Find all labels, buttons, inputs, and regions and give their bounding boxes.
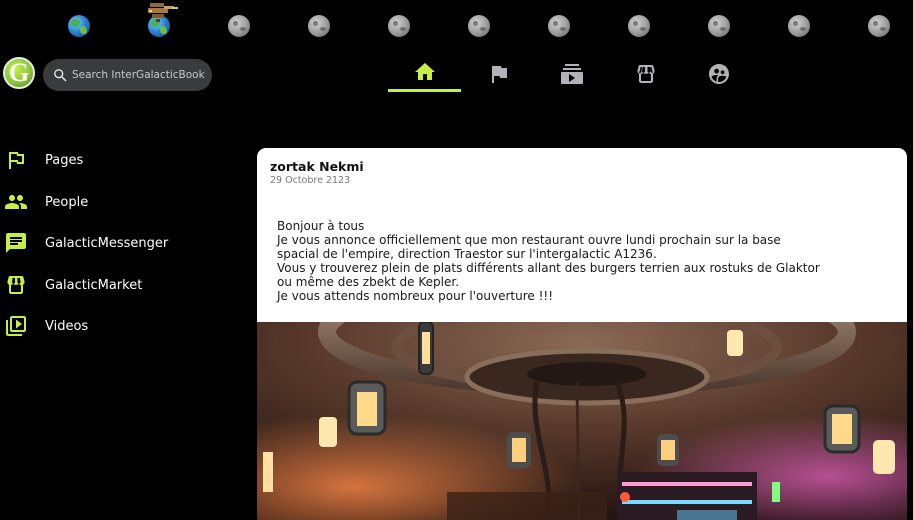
moon-planet-icon[interactable] <box>388 15 410 37</box>
post-photo[interactable] <box>257 322 907 520</box>
tab-pages[interactable] <box>462 55 535 92</box>
tab-videos[interactable] <box>535 55 608 92</box>
sidebar-item-messenger[interactable]: GalacticMessenger <box>0 223 240 263</box>
sidebar-item-videos[interactable]: Videos <box>0 306 240 346</box>
post-line: Bonjour à tous <box>277 219 365 233</box>
chat-icon <box>6 233 26 253</box>
sidebar-item-label: People <box>45 194 89 210</box>
restaurant-interior-image <box>257 322 907 520</box>
post-line: Je vous annonce officiellement que mon r… <box>277 233 781 247</box>
logo-letter: G <box>8 58 30 87</box>
post-text: Bonjour à tous Je vous annonce officiell… <box>277 219 887 303</box>
search-icon <box>54 68 67 82</box>
search-bar[interactable] <box>43 59 212 91</box>
video-library-icon <box>6 316 26 336</box>
tab-groups[interactable] <box>682 55 755 92</box>
post-line: ou même des zbekt de Kepler. <box>277 275 460 289</box>
moon-planet-icon[interactable] <box>468 15 490 37</box>
sidebar-item-label: Videos <box>45 318 89 334</box>
flag-icon <box>9 152 24 169</box>
moon-planet-icon[interactable] <box>308 15 330 37</box>
sidebar-item-pages[interactable]: Pages <box>0 140 240 180</box>
people-icon <box>5 195 27 209</box>
post-line: Je vous attends nombreux pour l'ouvertur… <box>277 289 554 303</box>
moon-planet-icon[interactable] <box>628 15 650 37</box>
groups-icon <box>708 63 729 84</box>
planet-strip <box>0 0 913 42</box>
tab-market[interactable] <box>609 55 682 92</box>
sidebar-item-label: Pages <box>45 152 84 168</box>
post-date: 29 Octobre 2123 <box>270 175 351 186</box>
video-library-icon <box>560 63 583 84</box>
home-icon <box>414 63 435 80</box>
sidebar-item-people[interactable]: People <box>0 182 240 222</box>
post-author[interactable]: zortak Nekmi <box>270 159 364 174</box>
sidebar-item-market[interactable]: GalacticMarket <box>0 265 240 305</box>
sidebar-item-label: GalacticMarket <box>45 277 143 293</box>
post-card: zortak Nekmi 29 Octobre 2123 Bonjour à t… <box>257 148 907 520</box>
post-line: spacial de l'empire, direction Traestor … <box>277 247 657 261</box>
moon-planet-icon[interactable] <box>788 15 810 37</box>
moon-planet-icon[interactable] <box>868 15 890 37</box>
spaceship-icon <box>148 3 178 22</box>
moon-planet-icon[interactable] <box>548 15 570 37</box>
sidebar-item-label: GalacticMessenger <box>45 235 169 251</box>
search-input[interactable] <box>72 69 212 81</box>
flag-icon <box>491 65 507 83</box>
moon-planet-icon[interactable] <box>708 15 730 37</box>
earth-planet-icon[interactable] <box>68 15 90 37</box>
tab-home[interactable] <box>388 55 461 92</box>
post-line: Vous y trouverez plein de plats différen… <box>277 261 820 275</box>
storefront-icon <box>7 276 25 294</box>
moon-planet-icon[interactable] <box>228 15 250 37</box>
storefront-icon <box>636 64 655 83</box>
app-logo[interactable]: G <box>3 57 35 89</box>
